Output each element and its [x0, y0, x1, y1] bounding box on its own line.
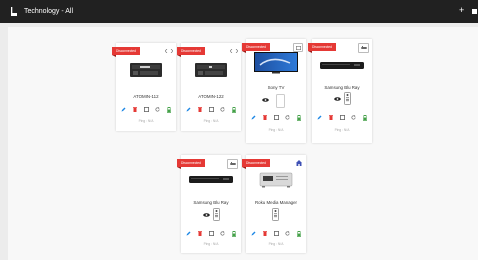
refresh-icon[interactable] [284, 230, 292, 237]
status-badge: Disconnected [177, 47, 205, 57]
device-name: Samsung Blu Ray [324, 85, 360, 90]
device-name: Sony TV [267, 85, 285, 90]
device-card[interactable]: Disconnected ATOMIN-112 Ping : N/A [112, 43, 176, 131]
expand-icon[interactable] [230, 47, 238, 54]
ping-text: Ping : N/A [268, 242, 284, 246]
eye-icon[interactable] [334, 97, 341, 101]
device-image [189, 176, 233, 183]
device-image [254, 52, 298, 74]
battery-icon [295, 230, 303, 237]
edit-icon[interactable] [249, 230, 257, 237]
refresh-icon[interactable] [219, 106, 227, 113]
plus-icon[interactable]: + [459, 5, 464, 15]
device-card[interactable]: Disconnected Samsung Blu Ray Ping : N/A [308, 39, 372, 143]
battery-icon [230, 230, 238, 237]
status-badge: Disconnected [242, 43, 270, 53]
battery-icon [295, 114, 303, 121]
refresh-icon[interactable] [284, 114, 292, 121]
page-title: Technology - All [24, 8, 74, 15]
ping-text: Ping : N/A [268, 128, 284, 132]
battery-icon [361, 114, 369, 121]
eye-icon[interactable] [203, 213, 210, 217]
action-row [184, 106, 238, 113]
stop-icon[interactable] [272, 230, 280, 237]
ping-text: Ping : N/A [334, 128, 350, 132]
stop-icon[interactable] [142, 106, 150, 113]
edit-icon[interactable] [184, 106, 192, 113]
delete-icon[interactable] [196, 106, 204, 113]
eye-icon[interactable] [262, 98, 269, 102]
delete-icon[interactable] [261, 114, 269, 121]
action-row [184, 230, 238, 237]
status-badge: Disconnected [177, 159, 205, 169]
device-image [259, 172, 293, 188]
status-badge: Disconnected [242, 159, 270, 169]
device-card[interactable]: Disconnected Sony TV Ping : N/A [242, 39, 306, 143]
device-name: Samsung Blu Ray [193, 200, 229, 205]
device-name: ATOMIN-122 [198, 94, 224, 99]
delete-icon[interactable] [261, 230, 269, 237]
action-row [249, 230, 303, 237]
delete-icon[interactable] [327, 114, 335, 121]
expand-icon[interactable] [165, 47, 173, 54]
menu-icon[interactable] [472, 9, 477, 14]
stop-icon[interactable] [207, 230, 215, 237]
device-image [130, 63, 162, 77]
device-grid: Disconnected ATOMIN-112 Ping : N/A Disco… [8, 27, 478, 260]
stop-icon[interactable] [338, 114, 346, 121]
stop-icon[interactable] [207, 106, 215, 113]
action-row [119, 106, 173, 113]
info-icon[interactable] [227, 159, 238, 169]
refresh-icon[interactable] [219, 230, 227, 237]
roku-icon[interactable] [295, 159, 303, 166]
edit-icon[interactable] [119, 106, 127, 113]
ping-text: Ping : N/A [138, 119, 154, 123]
refresh-icon[interactable] [154, 106, 162, 113]
ping-text: Ping : N/A [203, 242, 219, 246]
remote-icon[interactable] [272, 208, 279, 221]
device-card[interactable]: Disconnected ATOMIN-122 Ping : N/A [177, 43, 241, 131]
device-image [320, 62, 364, 69]
device-name: ATOMIN-112 [133, 94, 159, 99]
remote-icon[interactable] [213, 208, 220, 221]
edit-icon[interactable] [184, 230, 192, 237]
device-card[interactable]: Disconnected Roku Media Manager Ping : N… [242, 155, 306, 253]
action-row [315, 114, 369, 121]
action-row [249, 114, 303, 121]
stop-icon[interactable] [272, 114, 280, 121]
delete-icon[interactable] [196, 230, 204, 237]
battery-icon [230, 106, 238, 113]
ping-text: Ping : N/A [203, 119, 219, 123]
edit-icon[interactable] [249, 114, 257, 121]
back-icon[interactable] [9, 7, 19, 17]
device-card[interactable]: Disconnected Samsung Blu Ray Ping : N/A [177, 155, 241, 253]
delete-icon[interactable] [131, 106, 139, 113]
device-name: Roku Media Manager [255, 200, 297, 205]
device-image [195, 63, 227, 77]
status-badge: Disconnected [308, 43, 336, 53]
battery-icon [165, 106, 173, 113]
remote-icon[interactable] [344, 92, 351, 105]
status-badge: Disconnected [112, 47, 140, 57]
info-icon[interactable] [358, 43, 369, 53]
remote-icon[interactable] [276, 94, 285, 108]
edit-icon[interactable] [315, 114, 323, 121]
refresh-icon[interactable] [350, 114, 358, 121]
top-bar: Technology - All + [0, 0, 478, 23]
